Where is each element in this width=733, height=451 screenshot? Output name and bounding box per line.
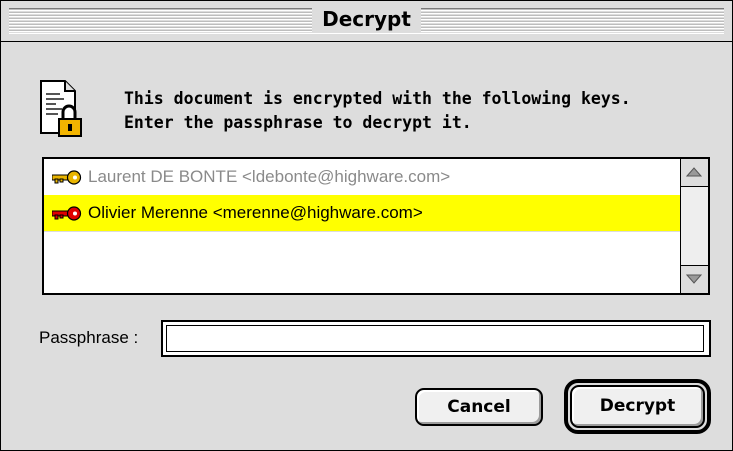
passphrase-label: Passphrase : bbox=[39, 328, 139, 347]
key-icon bbox=[52, 170, 82, 185]
passphrase-field-frame bbox=[161, 320, 711, 357]
decrypt-button[interactable]: Decrypt bbox=[570, 385, 705, 428]
key-owner-label: Olivier Merenne <merenne@highware.com> bbox=[88, 203, 423, 222]
instruction-line-2: Enter the passphrase to decrypt it. bbox=[124, 113, 472, 132]
decrypt-dialog: Decrypt This document is encrypted with … bbox=[0, 0, 733, 451]
key-list-content: Laurent DE BONTE <ldebonte@highware.com>… bbox=[44, 159, 683, 293]
scroll-up-arrow[interactable] bbox=[681, 159, 708, 187]
instruction-message: This document is encrypted with the foll… bbox=[124, 87, 704, 135]
encrypted-document-icon bbox=[40, 80, 82, 137]
key-icon bbox=[52, 206, 82, 221]
triangle-up-icon bbox=[686, 167, 702, 177]
cancel-button[interactable]: Cancel bbox=[415, 388, 543, 426]
instruction-line-1: This document is encrypted with the foll… bbox=[124, 89, 631, 108]
scroll-down-arrow[interactable] bbox=[681, 265, 708, 293]
list-item-selected[interactable]: Olivier Merenne <merenne@highware.com> bbox=[44, 195, 683, 232]
passphrase-input[interactable] bbox=[166, 325, 704, 352]
title-bar-stripes bbox=[9, 8, 724, 34]
list-item[interactable]: Laurent DE BONTE <ldebonte@highware.com> bbox=[44, 159, 683, 196]
title-bar[interactable]: Decrypt bbox=[1, 1, 732, 42]
recipient-keys-list[interactable]: Laurent DE BONTE <ldebonte@highware.com>… bbox=[42, 157, 710, 295]
key-owner-label: Laurent DE BONTE <ldebonte@highware.com> bbox=[88, 167, 451, 186]
triangle-down-icon bbox=[686, 274, 702, 284]
list-scrollbar[interactable] bbox=[680, 159, 708, 293]
